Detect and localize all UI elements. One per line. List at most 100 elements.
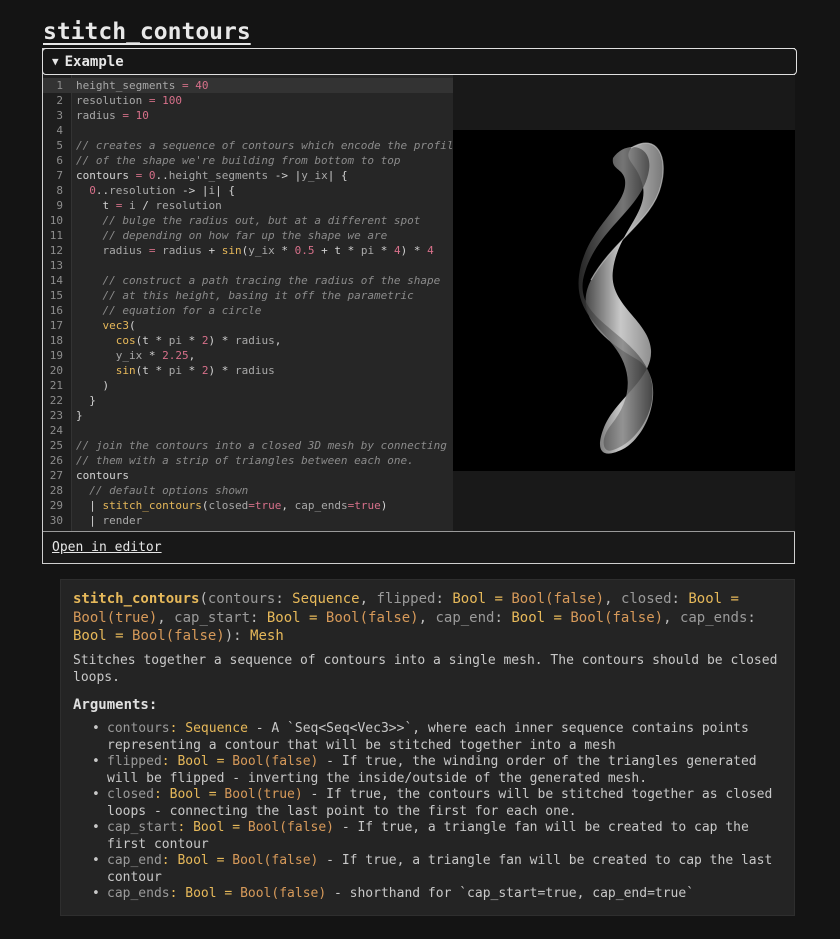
code-line[interactable]: 5 // creates a sequence of contours which… [43,138,453,153]
code-line[interactable]: 10 // bulge the radius out, but at a dif… [43,213,453,228]
code-line[interactable]: 27 contours [43,468,453,483]
signature-param-default: Bool(false) [570,609,664,626]
code-line[interactable]: 12 radius = radius + sin(y_ix * 0.5 + t … [43,243,453,258]
code-line[interactable]: 7 contours = 0..height_segments -> |y_ix|… [43,168,453,183]
signature-param-type: Bool [73,628,107,644]
disclosure-triangle-icon: ▼ [52,55,59,68]
line-number: 12 [49,244,63,257]
code-line[interactable]: 23} [43,408,453,423]
bullet-icon: • [92,721,100,736]
code-line[interactable]: 9 t = i / resolution [43,198,453,213]
line-number: 3 [56,109,63,122]
argument-item: • cap_ends: Bool = Bool(false) - shorthan… [92,886,695,901]
code-line[interactable]: 19 y_ix * 2.25, [43,348,453,363]
code-line[interactable]: 11 // depending on how far up the shape … [43,228,453,243]
code-line[interactable]: 16 // equation for a circle [43,303,453,318]
argument-default: Bool(false) [247,820,334,835]
code-text: t = i / resolution [76,199,222,212]
line-number: 2 [56,94,63,107]
signature-param-type: Sequence [292,591,360,607]
code-line[interactable]: 18 cos(t * pi * 2) * radius, [43,333,453,348]
arguments-list: • contours: Sequence - A `Seq<Seq<Vec3>>`… [87,721,787,903]
line-number: 22 [49,394,63,407]
open-in-editor-link[interactable]: Open in editor [52,540,162,555]
signature-param-type: Bool [452,591,487,607]
mesh-viewer[interactable] [453,130,795,471]
example-toggle[interactable]: ▼ Example [42,48,797,75]
argument-name: cap_ends [107,886,170,901]
code-line[interactable]: 2 resolution = 100 [43,93,453,108]
code-line[interactable]: 24 [43,423,453,438]
line-number: 20 [49,364,63,377]
code-line[interactable]: 6 // of the shape we're building from bot… [43,153,453,168]
code-line[interactable]: 3 radius = 10 [43,108,453,123]
code-line[interactable]: 14 // construct a path tracing the radiu… [43,273,453,288]
signature-param-name: closed [620,591,672,607]
line-number: 6 [56,154,63,167]
signature-param-name: cap_end [435,609,495,626]
code-text: | stitch_contours(closed=true, cap_ends=… [76,499,388,512]
code-line[interactable]: 4 [43,123,453,138]
code-text: // equation for a circle [76,304,262,317]
argument-name: cap_end [107,853,162,868]
line-number: 19 [49,349,63,362]
code-text: // bulge the radius out, but at a differ… [76,214,421,227]
code-line[interactable]: 25 // join the contours into a closed 3D … [43,438,453,453]
code-text: sin(t * pi * 2) * radius [115,364,275,377]
line-number: 13 [49,259,63,272]
signature-param-default: Bool(false) [511,591,605,607]
code-text: // at this height, basing it off the par… [76,289,414,302]
code-text: ) [76,379,110,392]
code-line[interactable]: 29 | stitch_contours(closed=true, cap_en… [43,498,453,513]
argument-description: - shorthand for `cap_start=true, cap_end… [326,886,695,901]
code-line[interactable]: 15 // at this height, basing it off the … [43,288,453,303]
bullet-icon: • [92,787,100,802]
signature-param-default: Bool(false) [325,609,419,626]
code-text: // depending on how far up the shape we … [76,229,388,242]
argument-name: contours [107,721,170,736]
signature-param-type: Bool [266,609,301,626]
code-editor[interactable]: 1 height_segments = 40 2 resolution = 100 3 r… [43,75,453,531]
code-text: vec3( [102,319,136,332]
code-text: // of the shape we're building from bott… [76,154,401,167]
code-line[interactable]: 20 sin(t * pi * 2) * radius [43,363,453,378]
signature-param-default: Bool(false) [132,628,225,644]
code-line[interactable]: 30 | render [43,513,453,528]
signature-param-default: Bool(true) [73,609,158,626]
line-number: 8 [56,184,63,197]
argument-type: Bool [177,754,209,769]
code-line[interactable]: 22 } [43,393,453,408]
line-number: 4 [56,124,63,137]
argument-name: flipped [107,754,162,769]
code-line[interactable]: 28 // default options shown [43,483,453,498]
code-line[interactable]: 17 vec3( [43,318,453,333]
argument-item: • flipped: Bool = Bool(false) - If true, … [92,754,757,786]
code-line[interactable]: 13 [43,258,453,273]
line-number: 28 [49,484,63,497]
line-number: 21 [49,379,63,392]
code-line[interactable]: 8 0..resolution -> |i| { [43,183,453,198]
code-line[interactable]: 1 height_segments = 40 [43,78,453,93]
line-number: 5 [56,139,63,152]
bullet-icon: • [92,754,100,769]
signature-param-name: contours [207,591,276,607]
argument-type: Bool [185,886,217,901]
line-number: 23 [49,409,63,422]
line-number: 24 [49,424,63,437]
argument-item: • contours: Sequence - A `Seq<Seq<Vec3>>`… [92,721,749,753]
argument-name: closed [107,787,154,802]
bullet-icon: • [92,820,100,835]
code-line[interactable]: 26 // them with a strip of triangles betw… [43,453,453,468]
argument-type: Bool [169,787,201,802]
code-text: cos(t * pi * 2) * radius, [115,334,282,347]
argument-type: Sequence [185,721,248,736]
code-text: height_segments = 40 [76,79,209,92]
line-number: 17 [49,319,63,332]
argument-type: Bool [177,853,209,868]
function-signature: stitch_contours(contours: Sequence, flip… [73,591,756,644]
viewer-background-top [453,75,795,130]
argument-item: • cap_end: Bool = Bool(false) - If true, … [92,853,773,885]
code-text: contours [76,469,129,482]
code-line[interactable]: 21 ) [43,378,453,393]
code-text: resolution = 100 [76,94,182,107]
